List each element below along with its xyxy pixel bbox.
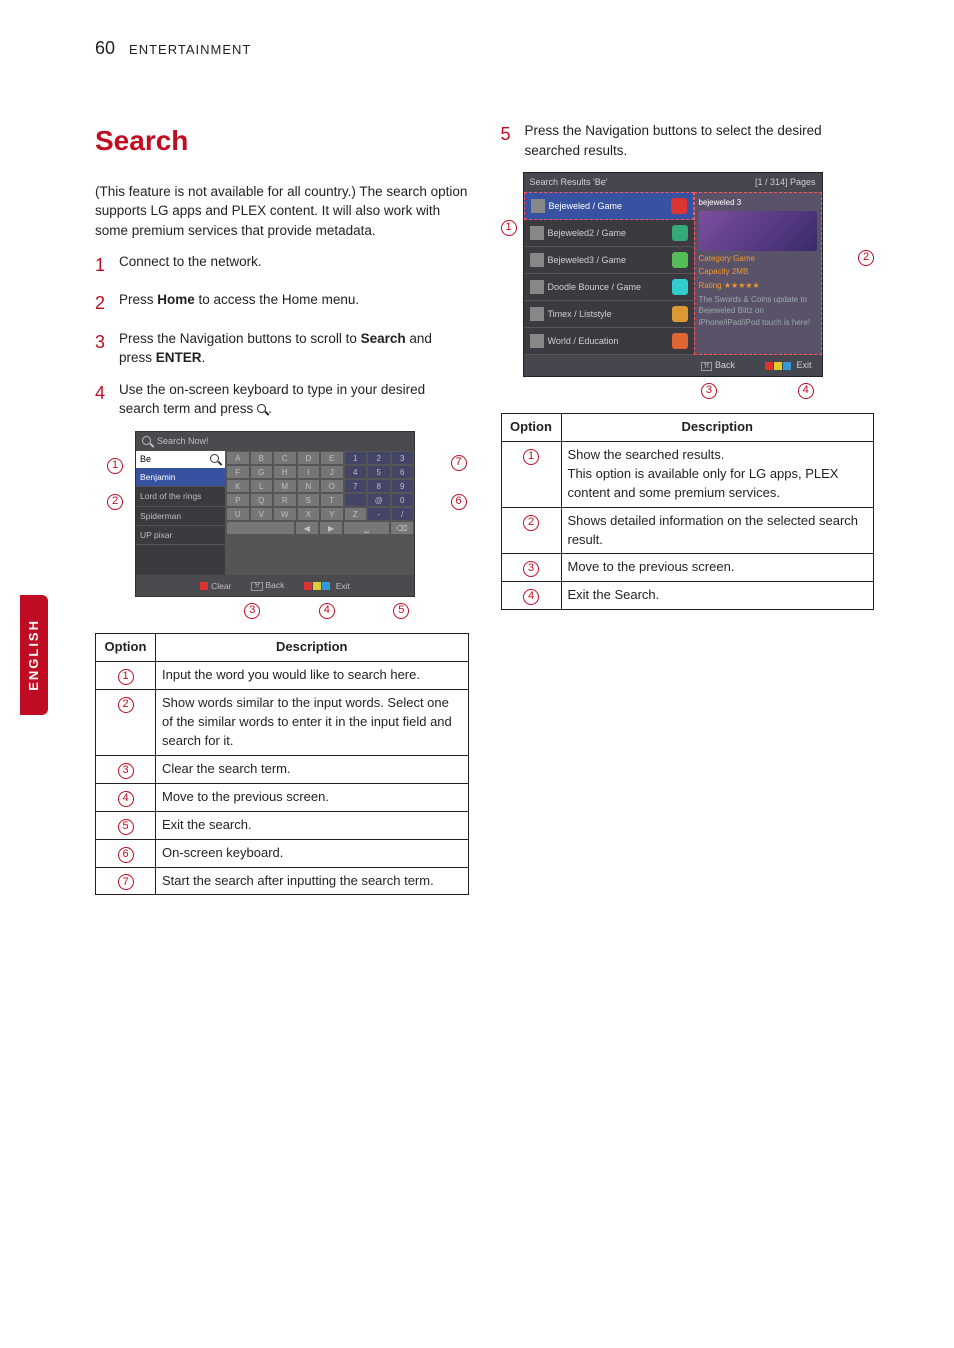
callout-r2: 2 <box>858 250 874 266</box>
page-header: 60 ENTERTAINMENT <box>95 35 874 61</box>
desc-5: Exit the search. <box>156 811 469 839</box>
desc-6: On-screen keyboard. <box>156 839 469 867</box>
search-icon <box>142 436 153 447</box>
th-option: Option <box>96 634 156 662</box>
desc-2: Show words similar to the input words. S… <box>156 690 469 756</box>
step-2-num: 2 <box>95 290 109 316</box>
exit-button[interactable]: Exit <box>765 359 812 372</box>
result-item[interactable]: Timex / Liststyle <box>524 301 694 328</box>
desc-4: Move to the previous screen. <box>156 783 469 811</box>
detail-image <box>699 211 817 251</box>
desc-1: Input the word you would like to search … <box>156 662 469 690</box>
result-detail: bejeweled 3 Category Game Capacity 2MB R… <box>694 192 822 355</box>
search-ui-screenshot: Search Now! Be Benjamin Lord of the ring… <box>135 431 415 597</box>
step-4: Use the on-screen keyboard to type in yo… <box>119 380 469 419</box>
suggestion[interactable]: Spiderman <box>136 507 225 526</box>
result-item[interactable]: Doodle Bounce / Game <box>524 274 694 301</box>
intro-text: (This feature is not available for all c… <box>95 182 469 241</box>
results-ui-screenshot: Search Results 'Be' [1 / 314] Pages Bejew… <box>523 172 823 377</box>
suggestion[interactable]: Lord of the rings <box>136 487 225 506</box>
result-item[interactable]: Bejeweled2 / Game <box>524 220 694 247</box>
right-column: 5 Press the Navigation buttons to select … <box>501 121 875 895</box>
result-item[interactable]: Bejeweled3 / Game <box>524 247 694 274</box>
clear-button[interactable]: Clear <box>200 580 231 592</box>
th-desc: Description <box>156 634 469 662</box>
callout-r4: 4 <box>798 383 814 399</box>
rdesc-3: Move to the previous screen. <box>561 554 874 582</box>
result-item[interactable]: Bejeweled / Game <box>524 192 694 220</box>
step-3: Press the Navigation buttons to scroll t… <box>119 329 469 368</box>
step-1: Connect to the network. <box>119 252 469 278</box>
callout-5: 5 <box>393 603 409 619</box>
desc-7: Start the search after inputting the sea… <box>156 867 469 895</box>
language-tab-text: ENGLISH <box>25 619 44 691</box>
back-button[interactable]: ꕮ Back <box>251 579 284 592</box>
callout-3: 3 <box>244 603 260 619</box>
callout-r3: 3 <box>701 383 717 399</box>
page-title: Search <box>95 121 469 162</box>
left-column: Search (This feature is not available fo… <box>95 121 469 895</box>
suggestion[interactable]: Benjamin <box>136 468 225 487</box>
step-1-num: 1 <box>95 252 109 278</box>
search-icon <box>257 404 268 415</box>
callout-2: 2 <box>107 494 123 510</box>
page-number: 60 <box>95 35 115 61</box>
on-screen-keyboard[interactable]: ABCDE123 FGHIJ456 KLMNO789 PQRST@0 UVWXY… <box>226 451 414 575</box>
options-table-right: OptionDescription 1Show the searched res… <box>501 413 875 610</box>
step-4-num: 4 <box>95 380 109 419</box>
th-option: Option <box>501 414 561 442</box>
rdesc-4: Exit the Search. <box>561 582 874 610</box>
callout-r1: 1 <box>501 220 517 236</box>
th-desc: Description <box>561 414 874 442</box>
step-2: Press Home to access the Home menu. <box>119 290 469 316</box>
step-3-num: 3 <box>95 329 109 368</box>
section-name: ENTERTAINMENT <box>129 41 251 60</box>
callout-1: 1 <box>107 458 123 474</box>
back-button[interactable]: ꕮ Back <box>701 359 735 372</box>
callout-6: 6 <box>451 494 467 510</box>
result-item[interactable]: World / Education <box>524 328 694 355</box>
rdesc-1: Show the searched results. This option i… <box>561 442 874 508</box>
callout-7: 7 <box>451 455 467 471</box>
results-pages: [1 / 314] Pages <box>755 176 816 189</box>
results-list: Bejeweled / Game Bejeweled2 / Game Bejew… <box>524 192 694 355</box>
step-5: Press the Navigation buttons to select t… <box>525 121 875 160</box>
suggestion[interactable]: UP pixar <box>136 526 225 545</box>
options-table-left: OptionDescription 1Input the word you wo… <box>95 633 469 895</box>
search-input[interactable]: Be <box>136 451 225 468</box>
callout-4: 4 <box>319 603 335 619</box>
rdesc-2: Shows detailed information on the select… <box>561 507 874 554</box>
step-5-num: 5 <box>501 121 515 160</box>
results-head: Search Results 'Be' <box>530 176 608 189</box>
desc-3: Clear the search term. <box>156 755 469 783</box>
search-icon[interactable] <box>210 454 221 465</box>
exit-button[interactable]: Exit <box>304 580 350 592</box>
language-tab: ENGLISH <box>20 595 48 715</box>
search-head: Search Now! <box>157 435 209 448</box>
